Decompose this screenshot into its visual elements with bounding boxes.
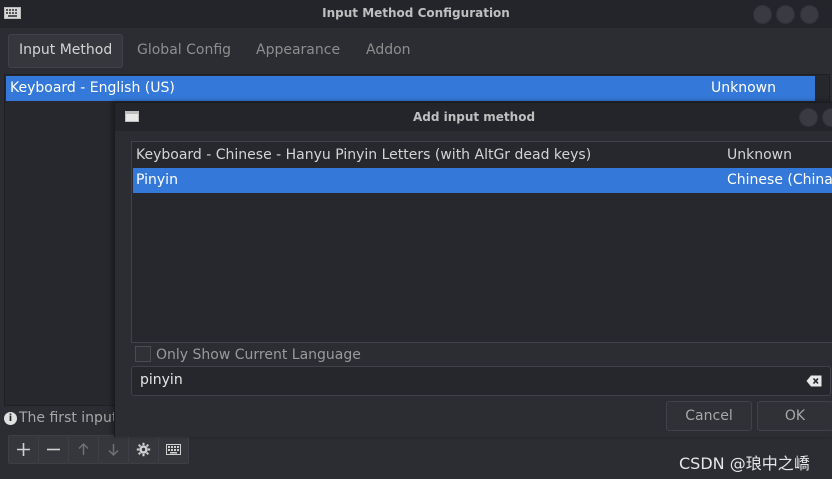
tab-global-config[interactable]: Global Config: [127, 34, 241, 66]
input-method-language: Unknown: [727, 147, 792, 163]
tab-input-method[interactable]: Input Method: [8, 34, 124, 68]
info-text: The first input: [19, 410, 118, 426]
info-icon: i: [4, 411, 17, 425]
arrow-up-icon: [78, 442, 89, 455]
dialog-close-button[interactable]: [822, 108, 832, 127]
checkbox-label: Only Show Current Language: [156, 347, 361, 363]
move-up-button[interactable]: [68, 435, 99, 464]
search-input-value: pinyin: [140, 372, 183, 388]
remove-icon: [47, 448, 60, 451]
add-button[interactable]: [8, 435, 39, 464]
input-method-name: Keyboard - English (US): [10, 80, 175, 96]
only-show-current-language-checkbox[interactable]: [135, 346, 151, 362]
input-method-language: Chinese (China): [727, 172, 832, 188]
cancel-button[interactable]: Cancel: [666, 401, 752, 431]
tab-addon[interactable]: Addon: [356, 34, 421, 66]
watermark: CSDN @琅中之嶠: [679, 454, 810, 473]
window-title: Input Method Configuration: [322, 6, 510, 20]
only-show-current-language[interactable]: Only Show Current Language: [135, 344, 361, 366]
configure-button[interactable]: [128, 435, 159, 464]
add-icon: [17, 443, 30, 456]
ok-button[interactable]: OK: [757, 401, 832, 431]
list-item[interactable]: Keyboard - English (US) Unknown: [6, 76, 815, 101]
available-input-method-list: Keyboard - Chinese - Hanyu Pinyin Letter…: [131, 141, 832, 343]
move-down-button[interactable]: [98, 435, 129, 464]
tab-bar: Input Method Global Config Appearance Ad…: [0, 28, 832, 70]
list-item-selected[interactable]: Pinyin Chinese (China): [133, 168, 832, 193]
dialog-title: Add input method: [412, 110, 536, 124]
dialog-title-bar: Add input method: [115, 103, 832, 131]
info-message: i The first input: [4, 410, 124, 432]
input-method-name: Keyboard - Chinese - Hanyu Pinyin Letter…: [136, 147, 592, 163]
clear-icon[interactable]: [806, 375, 822, 387]
minimize-button[interactable]: [753, 5, 772, 24]
tab-appearance[interactable]: Appearance: [246, 34, 350, 66]
input-method-language: Unknown: [711, 80, 776, 96]
input-method-name: Pinyin: [136, 172, 178, 188]
dialog-minimize-button[interactable]: [799, 108, 818, 127]
search-input[interactable]: pinyin: [131, 366, 831, 396]
toolbar: [8, 435, 189, 464]
add-input-method-dialog: Add input method Keyboard - Chinese - Ha…: [114, 102, 832, 437]
keyboard-layout-button[interactable]: [158, 435, 189, 464]
gear-icon: [136, 442, 151, 457]
arrow-down-icon: [108, 444, 119, 457]
keyboard-icon: [166, 444, 181, 455]
maximize-button[interactable]: [776, 5, 795, 24]
list-item[interactable]: Keyboard - Chinese - Hanyu Pinyin Letter…: [133, 143, 832, 168]
title-bar: Input Method Configuration: [0, 0, 832, 28]
remove-button[interactable]: [38, 435, 69, 464]
close-button[interactable]: [800, 5, 819, 24]
